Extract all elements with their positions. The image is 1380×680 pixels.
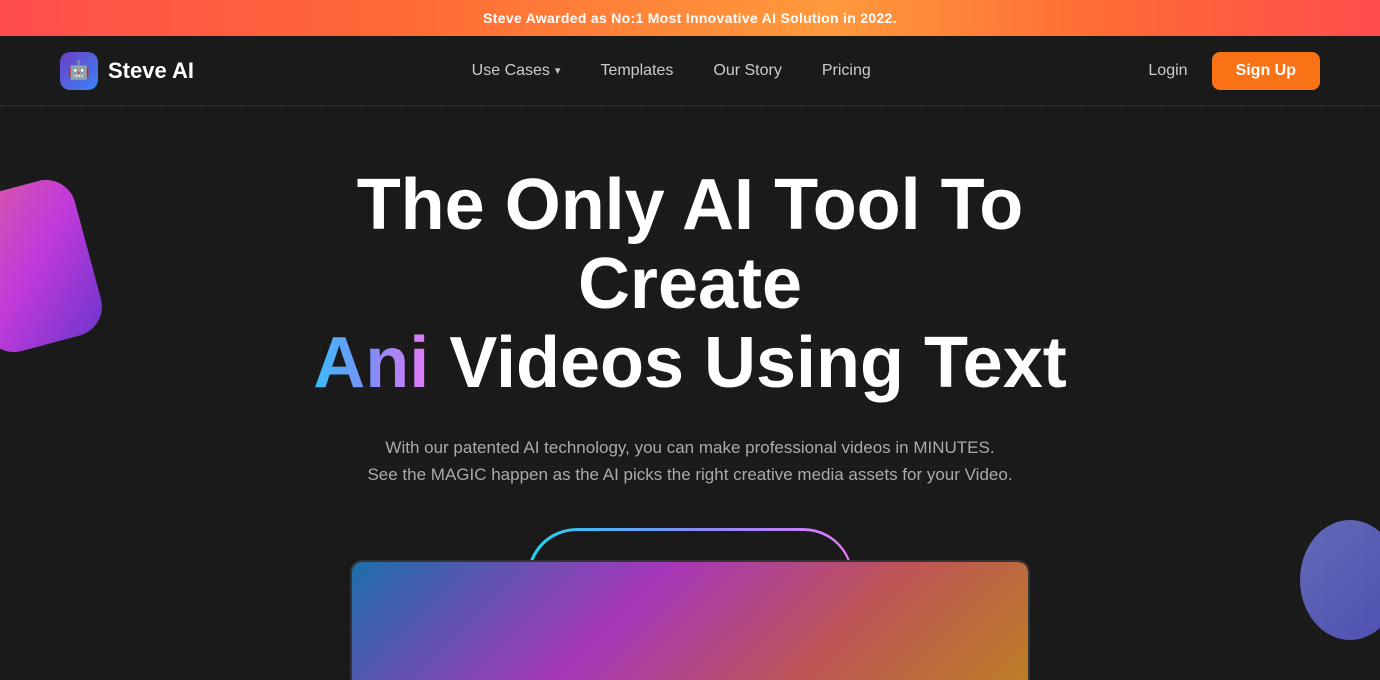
- nav-link-pricing[interactable]: Pricing: [822, 62, 871, 80]
- nav-label-our-story: Our Story: [713, 62, 781, 80]
- nav-label-pricing: Pricing: [822, 62, 871, 80]
- nav-label-use-cases: Use Cases: [472, 62, 550, 80]
- right-decoration: [1300, 520, 1380, 640]
- hero-subtext-line1: With our patented AI technology, you can…: [385, 438, 994, 457]
- signup-nav-button[interactable]: Sign Up: [1212, 52, 1320, 90]
- demo-card-background: [352, 562, 1028, 680]
- nav-link-our-story[interactable]: Our Story: [713, 62, 781, 80]
- nav-link-templates[interactable]: Templates: [600, 62, 673, 80]
- nav-actions: Login Sign Up: [1148, 52, 1320, 90]
- demo-preview-card: [350, 560, 1030, 680]
- hero-subtext: With our patented AI technology, you can…: [367, 434, 1012, 488]
- announcement-bar: Steve Awarded as No:1 Most Innovative AI…: [0, 0, 1380, 36]
- hero-heading-line2: Videos Using Text: [429, 323, 1067, 403]
- nav-label-templates: Templates: [600, 62, 673, 80]
- login-link[interactable]: Login: [1148, 62, 1187, 80]
- hero-heading-ani: Ani: [313, 323, 429, 403]
- logo-icon: 🤖: [60, 52, 98, 90]
- chevron-down-icon: ▾: [555, 64, 561, 77]
- hero-heading-line1: The Only AI Tool To Create: [357, 165, 1024, 324]
- left-decoration: [0, 173, 109, 359]
- hero-section: The Only AI Tool To Create Ani Videos Us…: [0, 106, 1380, 680]
- hero-subtext-line2: See the MAGIC happen as the AI picks the…: [367, 465, 1012, 484]
- logo-area[interactable]: 🤖 Steve AI: [60, 52, 194, 90]
- logo-text: Steve AI: [108, 58, 194, 84]
- hero-heading: The Only AI Tool To Create Ani Videos Us…: [240, 166, 1140, 404]
- announcement-text: Steve Awarded as No:1 Most Innovative AI…: [483, 10, 897, 26]
- navbar: 🤖 Steve AI Use Cases ▾ Templates Our Sto…: [0, 36, 1380, 106]
- nav-link-use-cases[interactable]: Use Cases ▾: [472, 62, 561, 80]
- nav-links: Use Cases ▾ Templates Our Story Pricing: [472, 62, 871, 80]
